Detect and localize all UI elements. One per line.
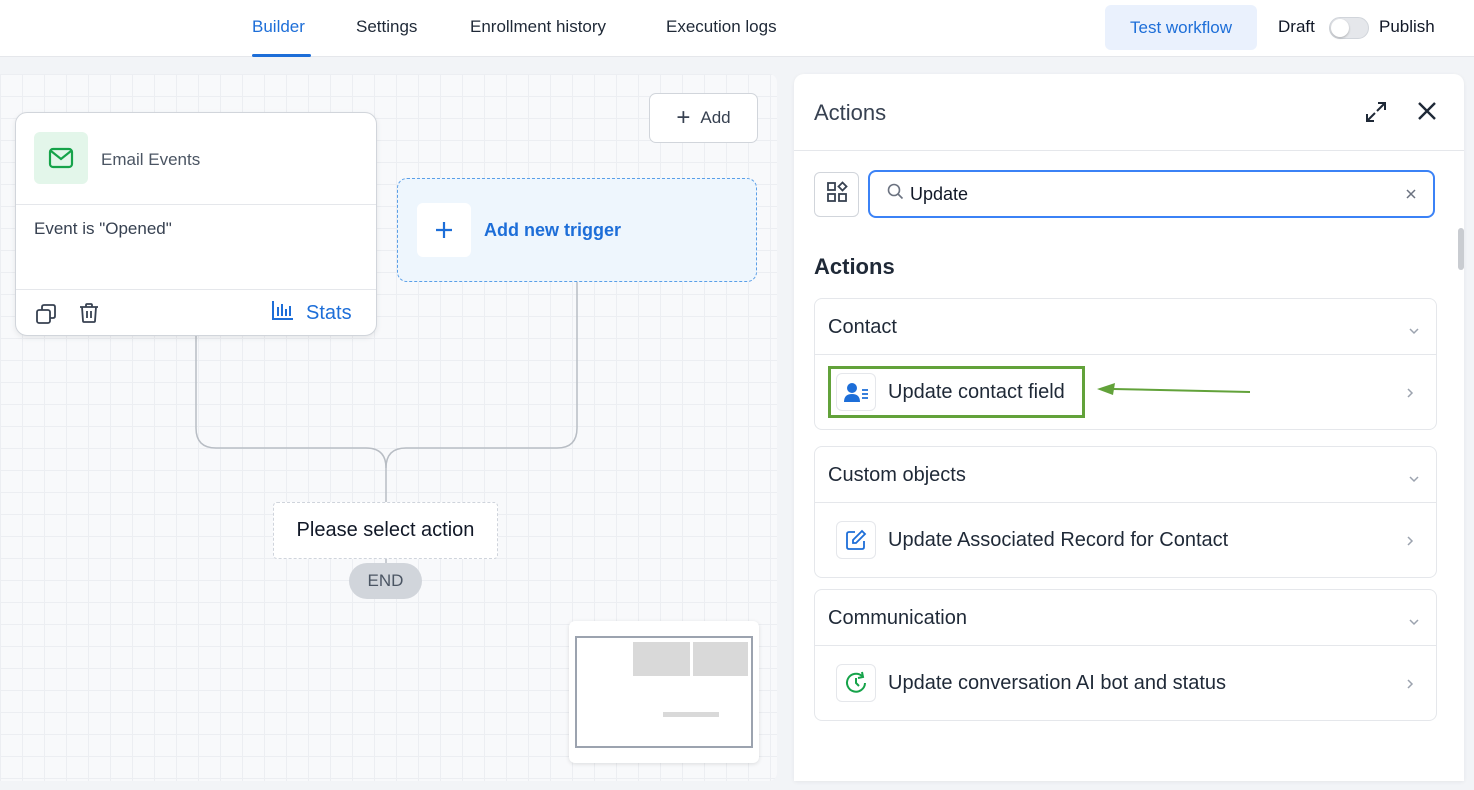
minimap-node — [663, 712, 719, 717]
toggle-knob — [1331, 19, 1349, 37]
action-item-update-conversation-ai[interactable]: Update conversation AI bot and status — [815, 646, 1436, 720]
plus-icon — [417, 203, 471, 257]
divider — [16, 289, 376, 290]
action-item-label: Update conversation AI bot and status — [888, 672, 1226, 694]
action-group-contact: Contact Update contact field — [814, 298, 1437, 430]
edit-record-icon — [836, 521, 876, 559]
trigger-condition: Event is "Opened" — [34, 219, 172, 238]
bot-status-icon — [836, 664, 876, 702]
plus-icon: + — [676, 104, 691, 131]
top-bar: Builder Settings Enrollment history Exec… — [0, 0, 1474, 57]
panel-scrollbar[interactable] — [1458, 228, 1464, 270]
chevron-right-icon — [1406, 677, 1414, 695]
trigger-card[interactable]: Email Events Event is "Opened" Stats — [15, 112, 377, 336]
add-button[interactable]: + Add — [649, 93, 758, 143]
add-button-label: Add — [700, 108, 731, 127]
clear-search-icon[interactable] — [1405, 187, 1417, 205]
group-header[interactable]: Communication — [815, 590, 1436, 646]
publish-toggle[interactable] — [1329, 17, 1369, 39]
action-item-label: Update Associated Record for Contact — [888, 529, 1229, 551]
tab-execution-logs[interactable]: Execution logs — [666, 17, 777, 37]
search-input[interactable] — [910, 183, 1390, 205]
bar-chart-icon — [272, 300, 294, 326]
search-box[interactable] — [868, 170, 1435, 218]
panel-title: Actions — [814, 100, 887, 125]
end-node: END — [349, 563, 422, 599]
add-new-trigger-label: Add new trigger — [484, 219, 622, 240]
mail-icon — [34, 132, 88, 184]
action-item-label: Update contact field — [888, 381, 1065, 403]
tab-builder[interactable]: Builder — [252, 17, 305, 37]
test-workflow-button[interactable]: Test workflow — [1105, 5, 1257, 50]
chevron-down-icon — [1408, 613, 1420, 631]
tab-settings[interactable]: Settings — [356, 17, 417, 37]
chevron-down-icon — [1408, 470, 1420, 488]
expand-icon[interactable] — [1364, 100, 1388, 129]
copy-icon[interactable] — [35, 303, 57, 330]
action-group-custom-objects: Custom objects Update Associated Record … — [814, 446, 1437, 578]
chevron-right-icon — [1406, 386, 1414, 404]
stats-label: Stats — [306, 301, 352, 324]
draft-label: Draft — [1278, 17, 1315, 36]
minimap-node — [693, 642, 748, 676]
add-new-trigger[interactable]: Add new trigger — [397, 178, 757, 282]
group-header[interactable]: Custom objects — [815, 447, 1436, 503]
active-tab-indicator — [252, 54, 311, 57]
chevron-right-icon — [1406, 534, 1414, 552]
group-title: Contact — [828, 316, 897, 338]
grid-icon — [826, 181, 848, 208]
action-group-communication: Communication Update conversation AI bot… — [814, 589, 1437, 721]
chevron-down-icon — [1408, 322, 1420, 340]
stats-button[interactable]: Stats — [272, 300, 352, 326]
close-icon[interactable] — [1416, 100, 1438, 127]
tab-enrollment-history[interactable]: Enrollment history — [470, 17, 606, 37]
group-title: Custom objects — [828, 464, 966, 486]
category-grid-button[interactable] — [814, 172, 859, 217]
arrow-annotation-icon — [1095, 380, 1255, 405]
trigger-title: Email Events — [101, 150, 201, 169]
action-item-update-associated-record[interactable]: Update Associated Record for Contact — [815, 503, 1436, 577]
workflow-canvas[interactable]: + Add Email Events Event is "Opened" Sta… — [0, 74, 777, 781]
group-header[interactable]: Contact — [815, 299, 1436, 355]
action-item-update-contact-field[interactable]: Update contact field — [815, 355, 1436, 429]
search-icon — [887, 183, 904, 205]
minimap[interactable] — [569, 621, 759, 763]
divider — [16, 204, 376, 205]
divider — [794, 150, 1464, 151]
minimap-node — [633, 642, 690, 676]
section-heading: Actions — [814, 254, 895, 279]
select-action-node[interactable]: Please select action — [273, 502, 498, 559]
publish-label: Publish — [1379, 17, 1435, 36]
group-title: Communication — [828, 607, 967, 629]
contact-field-icon — [836, 373, 876, 411]
trash-icon[interactable] — [78, 302, 100, 329]
actions-panel: Actions Update Actions Contact Update co… — [794, 74, 1464, 781]
